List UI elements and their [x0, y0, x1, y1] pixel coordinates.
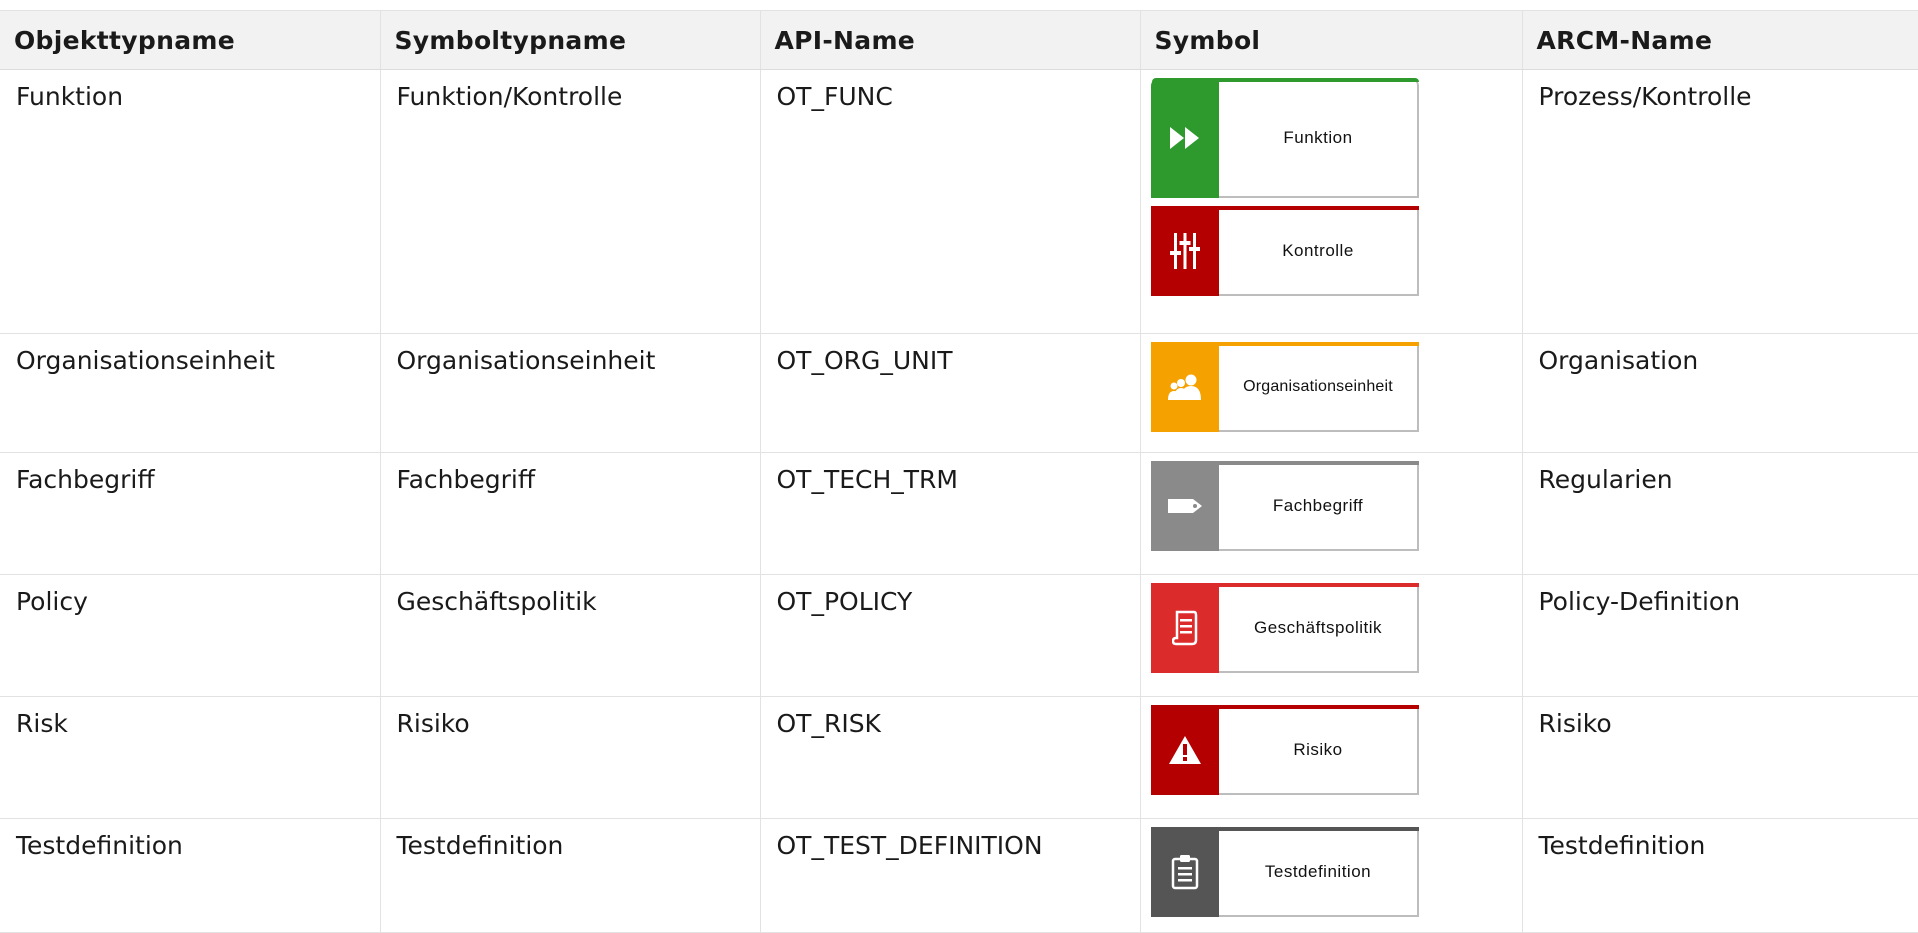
clipboard-icon	[1171, 854, 1199, 890]
symbol-funktion: Funktion	[1150, 78, 1419, 198]
symbol-label: Organisationseinheit	[1243, 377, 1393, 395]
api-name-cell: OT_FUNC	[759, 69, 1140, 334]
table-row: Funktion Funktion/Kontrolle OT_FUNC Funk…	[0, 69, 1918, 334]
warning-triangle-icon	[1168, 735, 1202, 765]
arcm-name-cell: Risiko	[1521, 696, 1918, 819]
table-header-row: Objekttypname Symboltypname API-Name Sym…	[0, 10, 1918, 70]
symbol-kontrolle: Kontrolle	[1150, 206, 1419, 296]
symbol-color-block	[1150, 827, 1219, 917]
arcm-name-cell: Policy-Definition	[1521, 574, 1918, 697]
header-api-name: API-Name	[759, 10, 1140, 70]
symbol-testdefinition: Testdefinition	[1150, 827, 1419, 917]
symbol-cell: Risiko	[1139, 696, 1522, 819]
symbol-label: Kontrolle	[1282, 240, 1354, 260]
api-name-cell: OT_RISK	[759, 696, 1140, 819]
object-type-cell: Fachbegriff	[0, 452, 380, 575]
symbol-organisationseinheit: Organisationseinheit	[1150, 342, 1419, 432]
symbol-type-cell: Organisationseinheit	[379, 333, 760, 453]
symbol-label: Testdefinition	[1264, 861, 1372, 881]
symbol-fachbegriff: Fachbegriff	[1150, 461, 1419, 551]
symbol-cell: Testdefinition	[1139, 818, 1522, 933]
symbol-type-cell: Geschäftspolitik	[379, 574, 760, 697]
object-type-cell: Organisationseinheit	[0, 333, 380, 453]
symbol-type-cell: Fachbegriff	[379, 452, 760, 575]
table-row: Policy Geschäftspolitik OT_POLICY Geschä…	[0, 574, 1918, 697]
api-name-cell: OT_TECH_TRM	[759, 452, 1140, 575]
symbol-cell: Geschäftspolitik	[1139, 574, 1522, 697]
symbol-type-cell: Risiko	[379, 696, 760, 819]
fast-forward-icon	[1168, 125, 1202, 151]
symbol-type-cell: Funktion/Kontrolle	[379, 69, 760, 334]
table-row: Fachbegriff Fachbegriff OT_TECH_TRM Fach…	[0, 452, 1918, 575]
sliders-icon	[1169, 231, 1201, 271]
symbol-color-block	[1150, 583, 1219, 673]
symbol-geschaeftspolitik: Geschäftspolitik	[1150, 583, 1419, 673]
symbol-color-block	[1150, 206, 1219, 296]
symbol-cell: Funktion Kontrolle	[1139, 69, 1522, 334]
arcm-name-cell: Testdefinition	[1521, 818, 1918, 933]
api-name-cell: OT_TEST_DEFINITION	[759, 818, 1140, 933]
api-name-cell: OT_POLICY	[759, 574, 1140, 697]
arcm-name-cell: Regularien	[1521, 452, 1918, 575]
symbol-label: Geschäftspolitik	[1254, 617, 1382, 637]
header-symbol: Symbol	[1139, 10, 1522, 70]
object-type-cell: Risk	[0, 696, 380, 819]
arcm-name-cell: Prozess/Kontrolle	[1521, 69, 1918, 334]
symbol-color-block	[1150, 705, 1219, 795]
object-type-cell: Testdefinition	[0, 818, 380, 933]
symbol-cell: Fachbegriff	[1139, 452, 1522, 575]
symbol-label: Risiko	[1293, 739, 1343, 759]
symbol-cell: Organisationseinheit	[1139, 333, 1522, 453]
symbol-label: Funktion	[1283, 127, 1353, 147]
symbol-color-block	[1150, 461, 1219, 551]
scroll-document-icon	[1171, 610, 1198, 646]
symbol-color-block	[1150, 78, 1219, 198]
header-object-type: Objekttypname	[0, 10, 380, 70]
header-arcm-name: ARCM-Name	[1521, 10, 1918, 70]
header-symbol-type: Symboltypname	[379, 10, 760, 70]
table-row: Risk Risiko OT_RISK Risiko Risiko	[0, 696, 1918, 819]
symbol-label: Fachbegriff	[1272, 495, 1364, 515]
object-type-cell: Funktion	[0, 69, 380, 334]
symbol-color-block	[1150, 342, 1219, 432]
object-type-table: Objekttypname Symboltypname API-Name Sym…	[0, 10, 1918, 933]
object-type-cell: Policy	[0, 574, 380, 697]
people-group-icon	[1166, 373, 1204, 401]
table-row: Organisationseinheit Organisationseinhei…	[0, 333, 1918, 453]
table-row: Testdefinition Testdefinition OT_TEST_DE…	[0, 818, 1918, 933]
tag-icon	[1167, 498, 1203, 514]
arcm-name-cell: Organisation	[1521, 333, 1918, 453]
symbol-type-cell: Testdefinition	[379, 818, 760, 933]
symbol-risiko: Risiko	[1150, 705, 1419, 795]
api-name-cell: OT_ORG_UNIT	[759, 333, 1140, 453]
